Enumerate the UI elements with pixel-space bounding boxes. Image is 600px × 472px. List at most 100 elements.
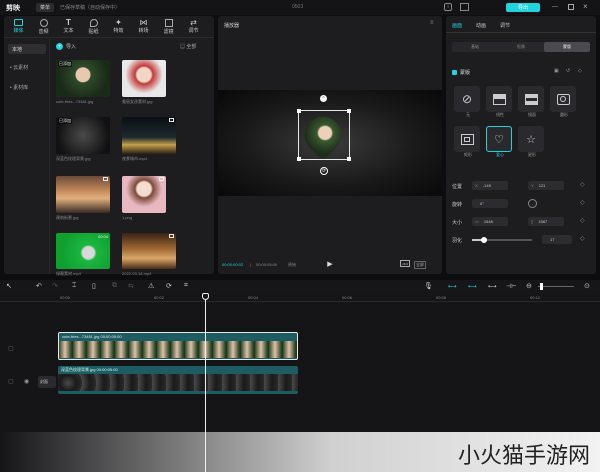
tab-effects[interactable]: ✦ 特效	[108, 18, 129, 36]
mask-option[interactable]: ☆ 星形	[518, 126, 546, 162]
magnet-icon[interactable]: ⟷	[468, 283, 477, 290]
sort-dropdown[interactable]: ▤ 全部	[180, 43, 196, 50]
split-icon[interactable]: ⌶	[72, 282, 76, 290]
preview-axis-icon[interactable]: ⊣⊢	[506, 283, 516, 290]
track-visibility-icon[interactable]: ◉	[24, 378, 29, 385]
nav-item-library[interactable]: • 素材库	[10, 84, 28, 91]
reverse-icon[interactable]: ⇆	[128, 282, 134, 290]
media-item[interactable]: 夜景城市.mp4	[122, 117, 178, 161]
tab-animation[interactable]: 动画	[476, 22, 486, 29]
keyframe-diamond-icon[interactable]: ◇	[580, 199, 585, 206]
zoom-out-icon[interactable]: ⊖	[526, 282, 532, 290]
mask-option[interactable]: 镜面	[518, 86, 546, 122]
rotate-handle-icon[interactable]: ⟳	[320, 167, 328, 175]
tab-picture[interactable]: 画面	[452, 22, 462, 29]
preview-canvas[interactable]: ⌃ ⟳	[218, 90, 442, 196]
zoom-slider[interactable]	[538, 283, 574, 290]
width-icon: ▭	[475, 219, 479, 224]
media-item[interactable]: 已添加 cute-fries...73481.jpg	[56, 60, 112, 104]
nav-item-local[interactable]: 本地	[8, 44, 46, 54]
link-main-track-icon[interactable]: ⟷	[448, 283, 457, 290]
reset-icon[interactable]: ↺	[566, 68, 570, 74]
media-item[interactable]: 00:04 绿幕素材.mp4	[56, 233, 112, 277]
maximize-icon[interactable]	[568, 4, 574, 10]
mirror-icon[interactable]: ⚠	[148, 282, 154, 290]
keyframe-diamond-icon[interactable]: ◇	[580, 217, 585, 224]
time-ruler[interactable]: 00:00 00:02 00:04 00:06 00:08 00:10	[0, 294, 600, 302]
subtab-cutout[interactable]: 抠像	[498, 42, 544, 52]
fullscreen-button[interactable]: 全屏	[414, 261, 426, 269]
shortcut-icon[interactable]: i	[444, 3, 452, 11]
menu-button[interactable]: 菜单	[36, 3, 55, 12]
feather-field[interactable]: 17	[542, 235, 572, 244]
redo-icon[interactable]: ↷	[52, 282, 58, 290]
tab-adjustment[interactable]: 调节	[500, 22, 510, 29]
export-button[interactable]: 导出	[506, 3, 540, 12]
crop-icon[interactable]: ⌗	[184, 282, 188, 290]
resize-handle[interactable]	[347, 109, 351, 113]
tab-media[interactable]: 媒体	[8, 18, 29, 36]
tab-filter[interactable]: 滤镜	[158, 18, 179, 36]
track-lock-icon[interactable]: ▢	[8, 345, 14, 352]
keyframe-diamond-icon[interactable]: ◇	[580, 235, 585, 242]
mask-option-selected[interactable]: ♡ 爱心	[486, 126, 514, 162]
main-track-clip[interactable]: 深蓝色纹理背景.jpg 00:00:05:00	[58, 366, 298, 394]
tab-audio[interactable]: 音频	[33, 18, 54, 36]
subtab-basic[interactable]: 基础	[452, 42, 498, 52]
layout-icon[interactable]	[460, 3, 469, 11]
freeze-icon[interactable]: ⧉	[112, 282, 117, 290]
rotate-field[interactable]: 0°	[472, 199, 508, 208]
tab-sticker[interactable]: 贴纸	[83, 18, 104, 36]
mask-option[interactable]: 矩形	[454, 126, 482, 162]
resize-handle[interactable]	[347, 157, 351, 161]
mask-option[interactable]: 线性	[486, 86, 514, 122]
resize-handle[interactable]	[297, 157, 301, 161]
nav-item-cloud[interactable]: • 云素材	[10, 64, 28, 71]
feather-slider-thumb[interactable]	[481, 237, 487, 243]
position-y-field[interactable]: Y 121	[528, 181, 564, 190]
tab-text[interactable]: T 文本	[58, 18, 79, 36]
selection-box[interactable]	[297, 109, 351, 161]
import-button[interactable]: + 导入	[56, 43, 76, 50]
subtab-mask[interactable]: 蒙版	[544, 42, 590, 52]
playhead-handle[interactable]	[202, 293, 209, 300]
diamond-icon[interactable]: ◇	[578, 68, 582, 74]
close-icon[interactable]: ×	[583, 2, 588, 11]
size-height-field[interactable]: ▯ 1587	[528, 217, 564, 226]
project-name[interactable]: 0503	[292, 4, 303, 10]
media-item[interactable]: 建筑街景.jpg	[56, 176, 112, 220]
overlay-clip[interactable]: cute-fries...73481.jpg 00:00:05:00	[58, 332, 298, 360]
resize-handle[interactable]	[297, 109, 301, 113]
delete-icon[interactable]: ▯	[92, 282, 96, 290]
rotate-clip-icon[interactable]: ⟳	[166, 282, 172, 290]
microphone-icon[interactable]: 🎙	[424, 282, 433, 290]
feather-slider[interactable]	[472, 237, 532, 243]
play-icon[interactable]: ▶	[326, 260, 334, 268]
tab-adjust[interactable]: ⇄ 调节	[183, 18, 204, 36]
zoom-fit-icon[interactable]: ⊙	[584, 282, 590, 290]
ratio-icon[interactable]: 16:9	[400, 260, 410, 267]
position-x-field[interactable]: X -149	[472, 181, 508, 190]
keyframe-icon[interactable]: ▣	[554, 68, 559, 74]
mask-option[interactable]: ⊘ 无	[454, 86, 482, 122]
media-item[interactable]: 美丽女孩素材.jpg	[122, 60, 178, 104]
rotate-dial-icon[interactable]: -	[528, 199, 537, 208]
player-menu-icon[interactable]: ≡	[430, 20, 434, 26]
media-item[interactable]: 已添加 深蓝色纹理背景.jpg	[56, 117, 112, 161]
keyframe-diamond-icon[interactable]: ◇	[580, 181, 585, 188]
track-lock-icon[interactable]: ▢	[8, 378, 14, 385]
zoom-slider-thumb[interactable]	[540, 283, 543, 290]
tab-transition[interactable]: ⋈ 转场	[133, 18, 154, 36]
ratio-dropdown[interactable]: 原始	[288, 262, 296, 268]
cover-button[interactable]: 封面	[38, 376, 56, 388]
media-item[interactable]: 1.png	[122, 176, 178, 220]
select-tool-icon[interactable]: ↖	[6, 282, 12, 290]
mask-option[interactable]: 圆形	[550, 86, 578, 122]
mask-checkbox[interactable]	[452, 70, 457, 75]
feather-handle-icon[interactable]: ⌃	[320, 95, 327, 102]
minimize-icon[interactable]: —	[552, 4, 558, 10]
undo-icon[interactable]: ↶	[36, 282, 42, 290]
media-item[interactable]: 2022-03-18.mp4	[122, 233, 178, 277]
link-icon[interactable]: ⟷	[488, 283, 497, 290]
size-width-field[interactable]: ▭ 1546	[472, 217, 508, 226]
